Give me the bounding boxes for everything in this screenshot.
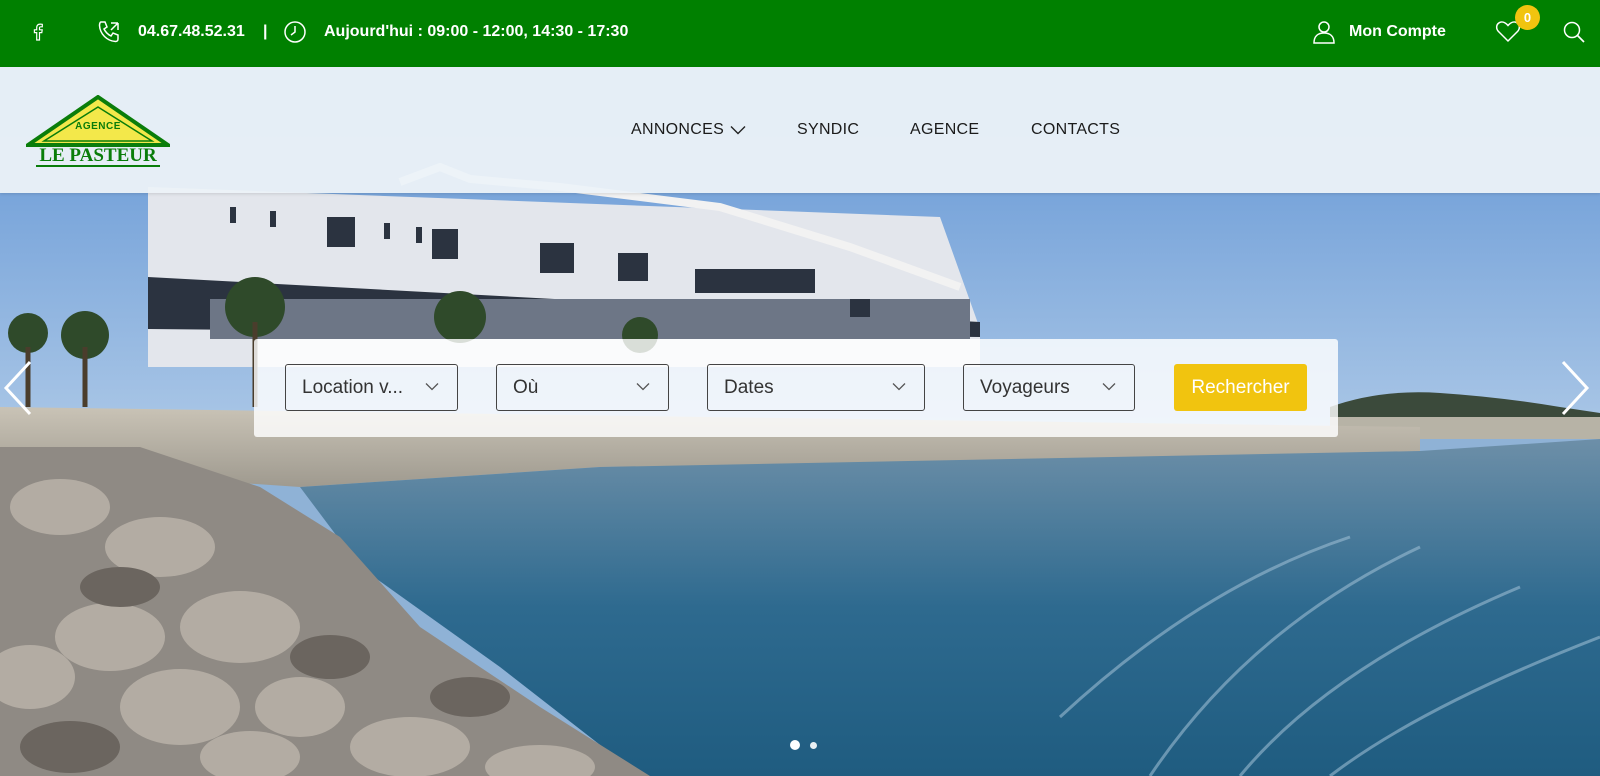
opening-hours: Aujourd'hui : 09:00 - 12:00, 14:30 - 17:… bbox=[324, 23, 629, 40]
dates-value: Dates bbox=[724, 376, 774, 398]
search-button[interactable] bbox=[1562, 0, 1586, 64]
clock-icon bbox=[283, 0, 307, 64]
site-header: AGENCE LE PASTEUR ANNONCES SYNDIC AGENCE… bbox=[0, 67, 1600, 193]
arrow-right-icon bbox=[1561, 360, 1590, 416]
search-icon bbox=[1563, 21, 1585, 43]
logo-underline bbox=[36, 165, 160, 167]
nav-item-annonces[interactable]: ANNONCES bbox=[631, 67, 746, 193]
search-panel: Location v... Où Dates Voyageurs Recherc… bbox=[254, 339, 1338, 437]
rental-type-select[interactable]: Location v... bbox=[285, 364, 458, 411]
facebook-icon bbox=[33, 23, 43, 41]
nav-item-contacts[interactable]: CONTACTS bbox=[1031, 67, 1120, 193]
dates-select[interactable]: Dates bbox=[707, 364, 925, 411]
search-submit-button[interactable]: Rechercher bbox=[1174, 364, 1307, 411]
slider-pagination bbox=[790, 740, 817, 750]
guests-select[interactable]: Voyageurs bbox=[963, 364, 1135, 411]
location-value: Où bbox=[513, 376, 539, 398]
chevron-down-icon bbox=[730, 126, 746, 135]
separator: | bbox=[263, 23, 268, 40]
chevron-down-icon bbox=[892, 383, 906, 391]
user-icon[interactable] bbox=[1312, 0, 1336, 64]
arrow-left-icon bbox=[3, 360, 32, 416]
logo-name: LE PASTEUR bbox=[39, 145, 157, 166]
favorites-count-badge: 0 bbox=[1515, 5, 1540, 30]
slider-dot-1[interactable] bbox=[790, 740, 800, 750]
nav-label-annonces: ANNONCES bbox=[631, 121, 725, 138]
agency-logo[interactable]: AGENCE LE PASTEUR bbox=[26, 95, 170, 167]
facebook-link[interactable] bbox=[33, 0, 43, 64]
slider-dot-2[interactable] bbox=[810, 742, 817, 749]
phone-icon bbox=[96, 0, 122, 64]
slider-next-button[interactable] bbox=[1559, 358, 1593, 418]
top-bar: 04.67.48.52.31 | Aujourd'hui : 09:00 - 1… bbox=[0, 0, 1600, 67]
phone-number[interactable]: 04.67.48.52.31 bbox=[138, 0, 245, 64]
chevron-down-icon bbox=[1102, 383, 1116, 391]
chevron-down-icon bbox=[636, 383, 650, 391]
nav-item-agence[interactable]: AGENCE bbox=[910, 67, 979, 193]
logo-tagline: AGENCE bbox=[75, 121, 121, 132]
location-select[interactable]: Où bbox=[496, 364, 669, 411]
account-link[interactable]: Mon Compte bbox=[1349, 0, 1446, 64]
rental-type-value: Location v... bbox=[302, 376, 404, 398]
nav-item-syndic[interactable]: SYNDIC bbox=[797, 67, 859, 193]
chevron-down-icon bbox=[425, 383, 439, 391]
slider-prev-button[interactable] bbox=[0, 358, 34, 418]
guests-value: Voyageurs bbox=[980, 376, 1070, 398]
